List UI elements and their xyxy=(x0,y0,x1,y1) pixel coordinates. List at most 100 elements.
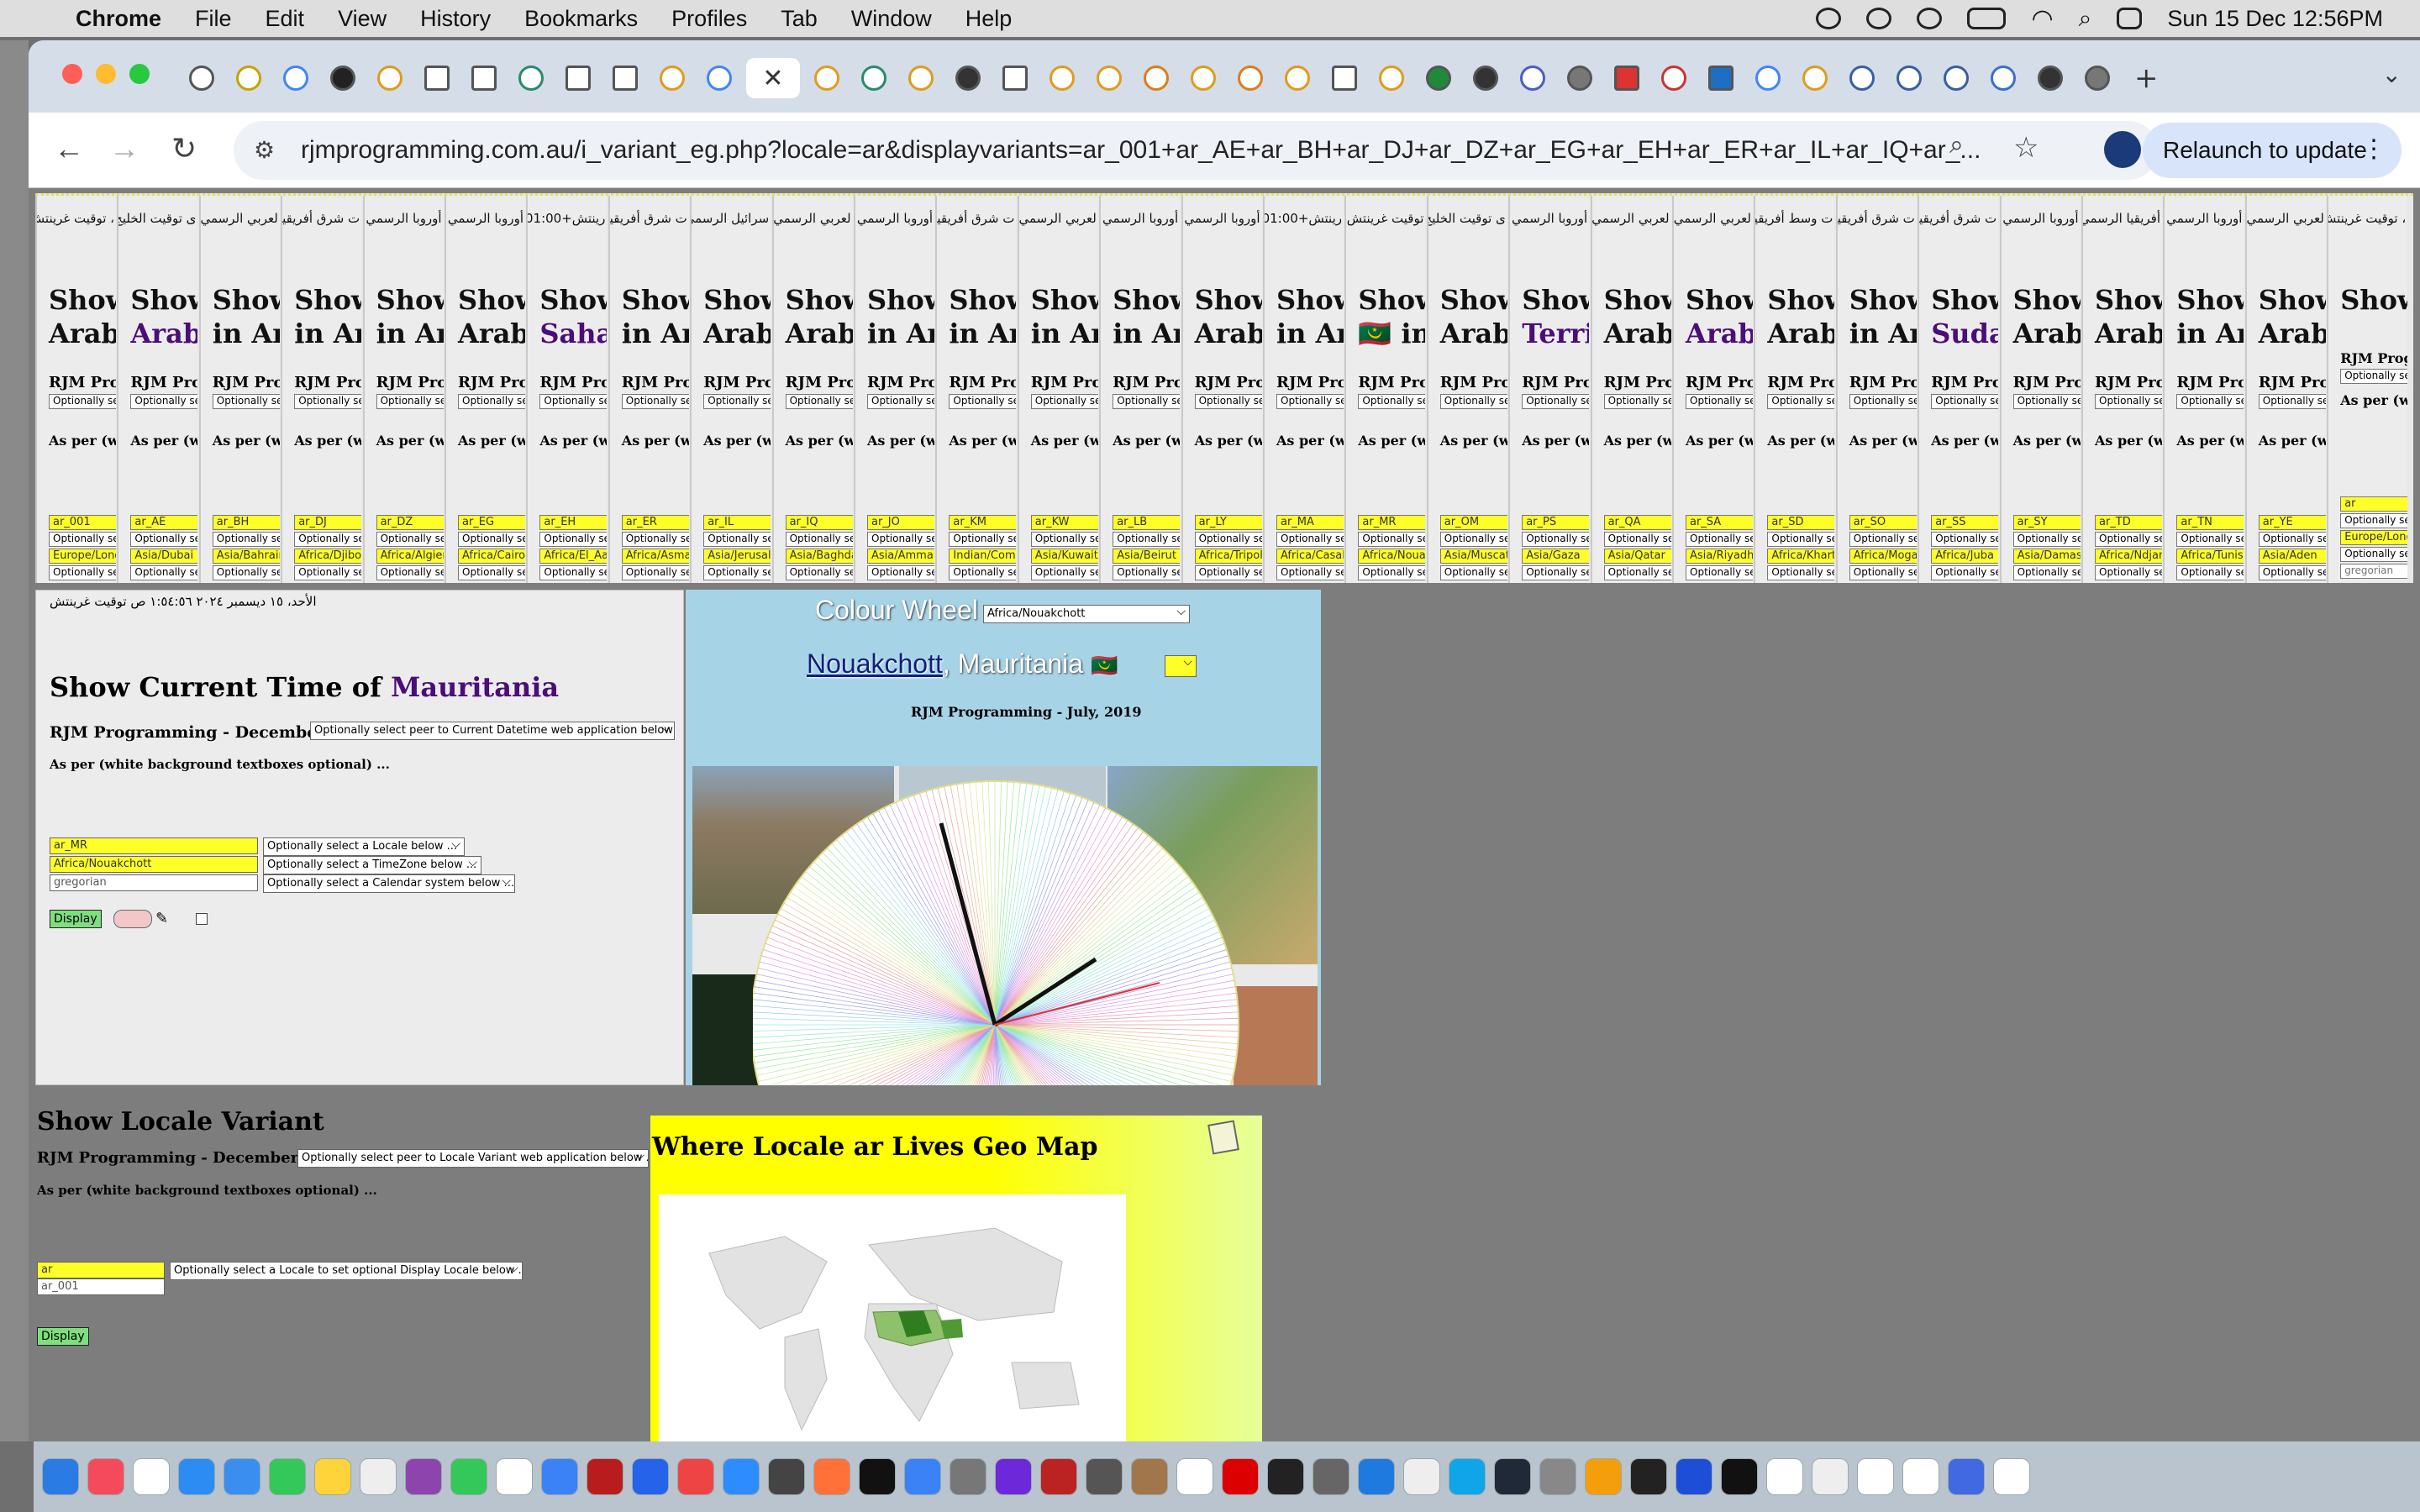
column-peer-select[interactable]: Optionally se xyxy=(1439,394,1507,409)
tab[interactable] xyxy=(1889,58,1929,98)
column-peer-select[interactable]: Optionally se xyxy=(2258,394,2326,409)
column-timezone-input[interactable]: Asia/Muscat xyxy=(1439,549,1507,564)
column-timezone-input[interactable]: Africa/Nouak xyxy=(1358,549,1426,564)
column-timezone-input[interactable]: Africa/Algiers xyxy=(376,549,444,564)
column-timezone-input[interactable]: Asia/Damasc xyxy=(2012,549,2081,564)
tab[interactable] xyxy=(464,58,504,98)
column-locale-input[interactable]: ar_DZ xyxy=(376,515,444,530)
dock-app-icon[interactable] xyxy=(1948,1458,1985,1495)
column-select[interactable]: Optionally se xyxy=(2012,532,2081,547)
dock-app-icon[interactable] xyxy=(1902,1458,1939,1495)
column-locale-input[interactable]: ar_KM xyxy=(949,515,1017,530)
column-timezone-input[interactable]: Africa/Khartc xyxy=(1767,549,1835,564)
tab[interactable] xyxy=(1701,58,1741,98)
column-select[interactable]: Optionally se xyxy=(621,532,689,547)
column-peer-select[interactable]: Optionally se xyxy=(49,394,116,409)
column-locale-input[interactable]: ar_LB xyxy=(1113,515,1181,530)
column-select[interactable]: Optionally se xyxy=(2176,565,2244,580)
column-timezone-input[interactable]: Indian/Comc xyxy=(949,549,1017,564)
column-peer-select[interactable]: Optionally se xyxy=(703,394,771,409)
column-locale-input[interactable]: ar_SD xyxy=(1767,515,1835,530)
dock-app-icon[interactable] xyxy=(1539,1458,1576,1495)
tab[interactable] xyxy=(1512,58,1553,98)
timezone-input[interactable]: Africa/Nouakchott xyxy=(50,856,258,873)
column-locale-input[interactable]: ar_KW xyxy=(1030,515,1098,530)
column-select[interactable]: Optionally se xyxy=(212,565,280,580)
column-peer-select[interactable]: Optionally se xyxy=(1113,394,1181,409)
display-button[interactable]: Display xyxy=(50,910,102,928)
menu-help[interactable]: Help xyxy=(965,6,1013,32)
tab[interactable] xyxy=(2077,58,2118,98)
tab[interactable] xyxy=(370,58,410,98)
column-peer-select[interactable]: Optionally se xyxy=(1358,394,1426,409)
column-locale-input[interactable]: ar_MA xyxy=(1276,515,1344,530)
dock-app-icon[interactable] xyxy=(405,1458,442,1495)
lv-display-locale-input[interactable]: ar_001 xyxy=(37,1278,165,1295)
tab[interactable] xyxy=(276,58,316,98)
column-select[interactable]: Optionally se xyxy=(785,532,853,547)
tab[interactable] xyxy=(558,58,598,98)
column-locale-input[interactable]: ar_SS xyxy=(1931,515,1999,530)
lv-display-button[interactable]: Display xyxy=(37,1327,89,1346)
globe-icon[interactable] xyxy=(1866,8,1892,29)
tab[interactable] xyxy=(1089,58,1129,98)
email-icon[interactable] xyxy=(113,910,152,928)
spotlight-icon[interactable]: ⌕ xyxy=(2079,5,2092,33)
forward-icon[interactable]: → xyxy=(109,131,139,166)
dock-app-icon[interactable] xyxy=(723,1458,760,1495)
column-locale-input[interactable]: ar_MR xyxy=(1358,515,1426,530)
battery-icon[interactable] xyxy=(1967,8,2007,29)
column-select[interactable]: Optionally se xyxy=(1603,532,1671,547)
column-timezone-input[interactable]: Africa/Tripoli xyxy=(1194,549,1262,564)
menu-tab[interactable]: Tab xyxy=(781,6,818,32)
column-select[interactable]: Optionally se xyxy=(1849,565,1917,580)
column-select[interactable]: Optionally se xyxy=(1686,532,1753,547)
column-peer-select[interactable]: Optionally se xyxy=(1194,394,1262,409)
dock-app-icon[interactable] xyxy=(42,1458,79,1495)
column-select[interactable]: Optionally se xyxy=(1358,532,1426,547)
column-peer-select[interactable]: Optionally se xyxy=(867,394,934,409)
dock-app-icon[interactable] xyxy=(632,1458,669,1495)
column-peer-select[interactable]: Optionally se xyxy=(130,394,198,409)
close-tab-icon[interactable]: ✕ xyxy=(762,64,783,93)
tab[interactable] xyxy=(807,58,847,98)
column-select[interactable]: Optionally se xyxy=(1276,532,1344,547)
column-select[interactable]: Optionally se xyxy=(539,565,608,580)
column-select[interactable]: Optionally se xyxy=(130,565,198,580)
dock-app-icon[interactable] xyxy=(813,1458,850,1495)
column-peer-select[interactable]: Optionally se xyxy=(1767,394,1835,409)
dock-app-icon[interactable] xyxy=(768,1458,805,1495)
option-checkbox[interactable] xyxy=(196,913,208,925)
tab[interactable] xyxy=(1795,58,1835,98)
site-info-icon[interactable]: ⚙ xyxy=(254,136,275,164)
column-select[interactable]: Optionally se xyxy=(1194,532,1262,547)
column-select[interactable]: Optionally se xyxy=(1686,565,1753,580)
column-peer-select[interactable]: Optionally se xyxy=(458,394,525,409)
dock-app-icon[interactable] xyxy=(859,1458,896,1495)
column-select[interactable]: Optionally se xyxy=(1113,565,1181,580)
column-peer-select[interactable]: Optionally se xyxy=(1603,394,1671,409)
control-center-icon[interactable] xyxy=(2117,8,2143,29)
column-select[interactable]: Optionally se xyxy=(1030,565,1098,580)
menu-file[interactable]: File xyxy=(195,6,232,32)
dock-app-icon[interactable] xyxy=(450,1458,487,1495)
lv-locale-select[interactable]: Optionally select a Locale to set option… xyxy=(170,1262,523,1280)
column-select[interactable]: Optionally se xyxy=(458,532,525,547)
column-timezone-input[interactable]: Asia/Dubai xyxy=(130,549,198,564)
tab[interactable] xyxy=(1560,58,1600,98)
tab[interactable] xyxy=(901,58,941,98)
column-peer-select[interactable]: Optionally se xyxy=(376,394,444,409)
tab[interactable] xyxy=(1607,58,1647,98)
lv-locale-input[interactable]: ar xyxy=(37,1262,165,1278)
dock-app-icon[interactable] xyxy=(314,1458,351,1495)
column-select[interactable]: Optionally se xyxy=(1767,532,1835,547)
active-tab[interactable]: ✕ xyxy=(746,58,800,98)
column-select[interactable]: Optionally se xyxy=(130,532,198,547)
locale-select[interactable]: Optionally select a Locale below ... xyxy=(263,837,465,856)
tab[interactable] xyxy=(1654,58,1694,98)
dock-app-icon[interactable] xyxy=(1766,1458,1803,1495)
notes-icon[interactable] xyxy=(1207,1120,1239,1155)
dock-app-icon[interactable] xyxy=(224,1458,260,1495)
column-locale-input[interactable]: ar_EG xyxy=(458,515,525,530)
tab[interactable] xyxy=(323,58,363,98)
